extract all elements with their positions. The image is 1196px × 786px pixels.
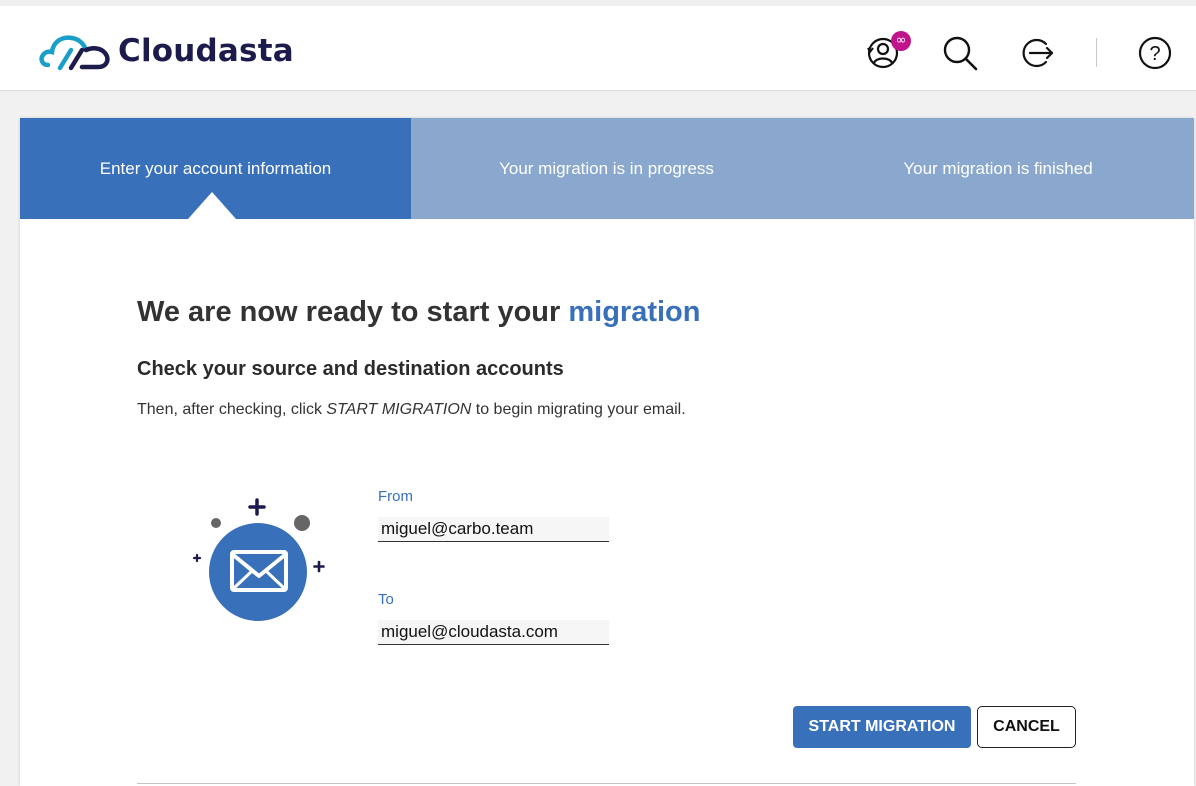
cloud-logo-icon <box>39 35 110 71</box>
from-email-field[interactable] <box>378 517 609 542</box>
title-prefix: We are now ready to start your <box>137 296 569 328</box>
cloudasta-logo[interactable]: Cloudasta <box>38 28 294 74</box>
cancel-button[interactable]: CANCEL <box>977 706 1076 748</box>
brand-name: Cloudasta <box>118 33 294 69</box>
step-label: Your migration is in progress <box>499 158 714 178</box>
from-label: From <box>378 488 413 505</box>
section-subtitle: Check your source and destination accoun… <box>137 358 564 380</box>
to-email-field[interactable] <box>378 620 609 645</box>
step-finished: Your migration is finished <box>802 118 1194 219</box>
instructions-after: to begin migrating your email. <box>471 401 686 418</box>
email-envelope-icon <box>192 498 325 621</box>
top-bar: Cloudasta ∞ ? <box>0 0 1196 91</box>
svg-text:?: ? <box>1149 43 1160 65</box>
logout-icon[interactable] <box>1018 34 1056 72</box>
to-label: To <box>378 591 394 608</box>
header-divider <box>1096 38 1097 67</box>
instructions-text: Then, after checking, click START MIGRAT… <box>137 401 686 419</box>
instructions-before: Then, after checking, click <box>137 401 327 418</box>
instructions-emphasis: START MIGRATION <box>326 401 472 418</box>
infinity-badge: ∞ <box>891 31 911 51</box>
active-step-pointer <box>188 192 236 219</box>
search-icon[interactable] <box>941 34 979 72</box>
step-label: Enter your account information <box>99 158 332 178</box>
start-migration-button[interactable]: START MIGRATION <box>793 706 971 748</box>
step-in-progress: Your migration is in progress <box>411 118 802 219</box>
migration-card: Enter your account information Your migr… <box>20 118 1194 786</box>
section-divider <box>137 783 1076 784</box>
page-title: We are now ready to start your migration <box>137 296 701 329</box>
step-label: Your migration is finished <box>903 158 1093 178</box>
title-accent: migration <box>568 296 701 328</box>
help-icon[interactable]: ? <box>1136 34 1174 72</box>
